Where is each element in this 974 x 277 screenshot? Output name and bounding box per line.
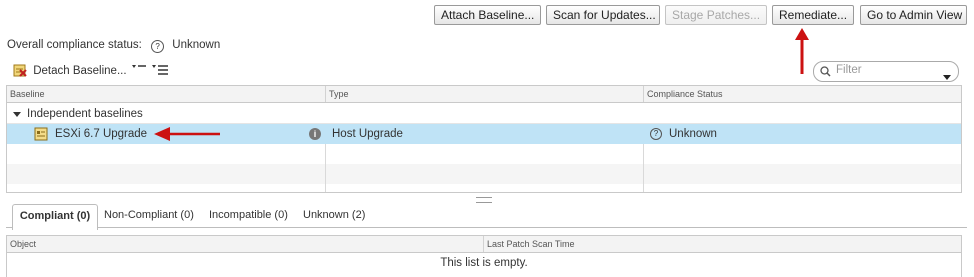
column-header-compliance-status[interactable]: Compliance Status xyxy=(644,86,961,102)
stage-patches-button[interactable]: Stage Patches... xyxy=(665,5,767,25)
filter-placeholder: Filter xyxy=(836,64,862,76)
go-to-admin-view-button[interactable]: Go to Admin View xyxy=(860,5,967,25)
column-header-object[interactable]: Object xyxy=(7,236,484,252)
group-label: Independent baselines xyxy=(27,108,143,120)
baseline-type: Host Upgrade xyxy=(332,128,403,140)
column-divider xyxy=(325,144,326,192)
column-header-type[interactable]: Type xyxy=(326,86,644,102)
column-header-last-patch-scan-time[interactable]: Last Patch Scan Time xyxy=(484,236,961,252)
tab-incompatible[interactable]: Incompatible (0) xyxy=(209,204,288,228)
scan-for-updates-button[interactable]: Scan for Updates... xyxy=(546,5,660,25)
expand-all-icon[interactable] xyxy=(132,63,148,78)
baseline-name: ESXi 6.7 Upgrade xyxy=(55,128,148,140)
column-divider xyxy=(643,144,644,192)
baselines-table: Baseline Type Compliance Status Independ… xyxy=(6,85,962,193)
empty-row xyxy=(7,164,961,184)
splitter-handle[interactable] xyxy=(476,197,492,203)
compliance-label: Overall compliance status: xyxy=(7,39,142,51)
chevron-down-icon[interactable] xyxy=(943,69,951,83)
filter-combobox[interactable]: Filter xyxy=(813,61,959,82)
remediate-button[interactable]: Remediate... xyxy=(772,5,854,25)
annotation-arrow-left xyxy=(154,127,220,141)
group-row[interactable]: Independent baselines xyxy=(7,104,961,124)
tab-non-compliant[interactable]: Non-Compliant (0) xyxy=(104,204,194,228)
column-header-baseline[interactable]: Baseline xyxy=(7,86,326,102)
tab-compliant[interactable]: Compliant (0) xyxy=(12,204,98,230)
help-circle-icon: ? xyxy=(650,128,662,140)
attach-baseline-button[interactable]: Attach Baseline... xyxy=(434,5,541,25)
help-circle-icon: ? xyxy=(151,40,165,53)
search-icon xyxy=(820,66,831,80)
tab-unknown[interactable]: Unknown (2) xyxy=(303,204,365,228)
compliance-value: Unknown xyxy=(172,39,221,51)
list-options-icon[interactable] xyxy=(152,63,170,80)
baselines-table-header: Baseline Type Compliance Status xyxy=(7,86,961,103)
baseline-compliance-status: Unknown xyxy=(669,128,717,140)
detach-baseline-label: Detach Baseline... xyxy=(33,65,127,77)
baseline-row[interactable]: ESXi 6.7 Upgrade i Host Upgrade ? Unknow… xyxy=(7,124,961,144)
objects-table-header: Object Last Patch Scan Time xyxy=(7,236,961,253)
overall-compliance-status: Overall compliance status: ? Unknown xyxy=(7,39,220,53)
annotation-arrow-up xyxy=(795,28,809,74)
info-icon[interactable]: i xyxy=(309,128,321,140)
objects-table: Object Last Patch Scan Time This list is… xyxy=(6,235,962,277)
detach-baseline-icon xyxy=(13,63,27,77)
detach-baseline-action[interactable]: Detach Baseline... xyxy=(13,63,127,77)
empty-list-message: This list is empty. xyxy=(440,257,528,269)
empty-row xyxy=(7,144,961,164)
